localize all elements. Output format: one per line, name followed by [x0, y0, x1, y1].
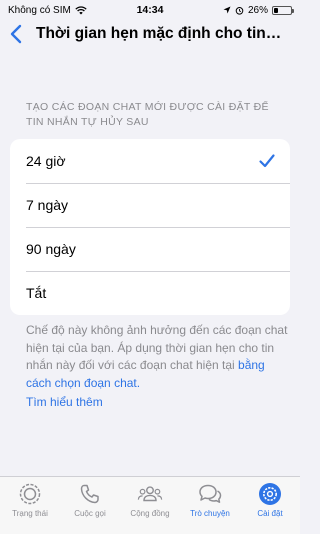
tab-status[interactable]: Trạng thái — [1, 481, 59, 534]
learn-more-link[interactable]: Tìm hiểu thêm — [26, 394, 288, 412]
phone-icon — [77, 481, 103, 507]
alarm-icon — [235, 6, 244, 15]
section-header: TẠO CÁC ĐOẠN CHAT MỚI ĐƯỢC CÀI ĐẶT ĐỂ TI… — [26, 101, 269, 128]
checkmark-icon — [259, 154, 275, 168]
tab-label: Cộng đồng — [130, 509, 170, 518]
status-left: Không có SIM — [8, 5, 87, 16]
back-button[interactable] — [2, 20, 30, 48]
option-label: 90 ngày — [26, 241, 76, 257]
tab-label: Cài đặt — [257, 509, 283, 518]
community-icon — [137, 481, 163, 507]
tab-label: Trạng thái — [12, 509, 48, 518]
option-off[interactable]: Tắt — [10, 271, 290, 315]
tab-calls[interactable]: Cuộc gọi — [61, 481, 119, 534]
status-icon — [17, 481, 43, 507]
tab-communities[interactable]: Cộng đồng — [121, 481, 179, 534]
page-title: Thời gian hẹn mặc định cho tin n... — [36, 25, 284, 42]
location-icon — [223, 6, 231, 14]
option-label: Tắt — [26, 285, 47, 301]
option-24-hours[interactable]: 24 giờ — [10, 139, 290, 183]
battery-icon — [272, 5, 294, 15]
tab-chats[interactable]: Trò chuyện — [181, 481, 239, 534]
settings-icon — [257, 481, 283, 507]
chats-icon — [197, 481, 223, 507]
option-label: 24 giờ — [26, 153, 66, 169]
tab-label: Cuộc gọi — [74, 509, 106, 518]
option-90-days[interactable]: 90 ngày — [10, 227, 290, 271]
status-bar: Không có SIM 14:34 26% — [0, 0, 300, 20]
option-7-days[interactable]: 7 ngày — [10, 183, 290, 227]
wifi-icon — [75, 5, 87, 14]
navigation-bar: Thời gian hẹn mặc định cho tin n... — [0, 20, 300, 48]
timer-options-list: 24 giờ 7 ngày 90 ngày Tắt — [10, 139, 290, 315]
chevron-left-icon — [10, 24, 22, 44]
tab-label: Trò chuyện — [190, 509, 230, 518]
tab-bar: Trạng thái Cuộc gọi Cộng đồng Trò chuyện… — [0, 476, 300, 534]
battery-percent: 26% — [247, 4, 268, 16]
footer-description: Chế độ này không ảnh hưởng đến các đoạn … — [26, 322, 288, 412]
option-label: 7 ngày — [26, 197, 69, 213]
status-right: 26% — [223, 4, 294, 16]
tab-settings[interactable]: Cài đặt — [241, 481, 299, 534]
carrier-label: Không có SIM — [8, 4, 71, 16]
battery-fill — [274, 7, 279, 13]
